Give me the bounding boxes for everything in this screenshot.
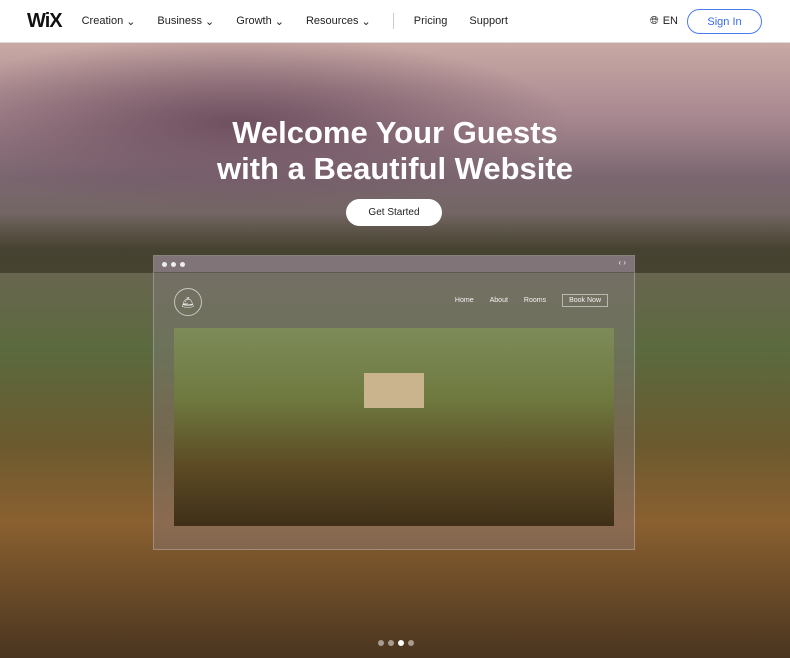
- mockup-hero-image: [174, 328, 614, 526]
- nav-creation[interactable]: Creation ⌄: [82, 15, 136, 28]
- nav-business[interactable]: Business ⌄: [157, 15, 214, 28]
- nav-support[interactable]: Support: [469, 15, 508, 27]
- website-mockup: ‹ › 🛎︎ Home About Rooms Book Now: [153, 255, 635, 550]
- language-selector[interactable]: 🌐︎ EN: [650, 15, 678, 28]
- carousel-dot[interactable]: [378, 640, 384, 646]
- hero-section: Welcome Your Guests with a Beautiful Webs…: [0, 43, 790, 658]
- mockup-browser-bar: ‹ ›: [154, 256, 634, 272]
- wix-logo[interactable]: WiX: [27, 10, 63, 33]
- service-bell-icon: 🛎︎: [174, 288, 202, 316]
- carousel-dot-active[interactable]: [398, 640, 404, 646]
- nav-resources[interactable]: Resources ⌄: [306, 15, 371, 28]
- chevron-down-icon: ⌄: [126, 15, 136, 28]
- villa-image: [364, 373, 424, 408]
- nav-pricing[interactable]: Pricing: [414, 15, 448, 27]
- hero-title: Welcome Your Guests with a Beautiful Webs…: [217, 115, 573, 186]
- browser-arrows-icon: ‹ ›: [618, 258, 626, 267]
- carousel-dot[interactable]: [408, 640, 414, 646]
- divider: [392, 13, 394, 29]
- mockup-nav-rooms: Rooms: [523, 297, 547, 304]
- mockup-nav: Home About Rooms Book Now: [455, 294, 608, 307]
- top-nav: WiX Creation ⌄ Business ⌄ Growth ⌄ Resource…: [0, 0, 790, 43]
- globe-icon: 🌐︎: [649, 14, 659, 27]
- get-started-button[interactable]: Get Started: [346, 199, 442, 226]
- mockup-nav-about: About: [489, 297, 508, 304]
- sign-in-button[interactable]: Sign In: [687, 9, 762, 34]
- carousel-dot[interactable]: [388, 640, 394, 646]
- chevron-down-icon: ⌄: [361, 15, 371, 28]
- mockup-nav-home: Home: [454, 297, 474, 304]
- mockup-book-now: Book Now: [562, 294, 608, 307]
- carousel-pagination: [378, 640, 414, 646]
- chevron-down-icon: ⌄: [205, 15, 215, 28]
- nav-growth[interactable]: Growth ⌄: [236, 15, 284, 28]
- chevron-down-icon: ⌄: [274, 15, 284, 28]
